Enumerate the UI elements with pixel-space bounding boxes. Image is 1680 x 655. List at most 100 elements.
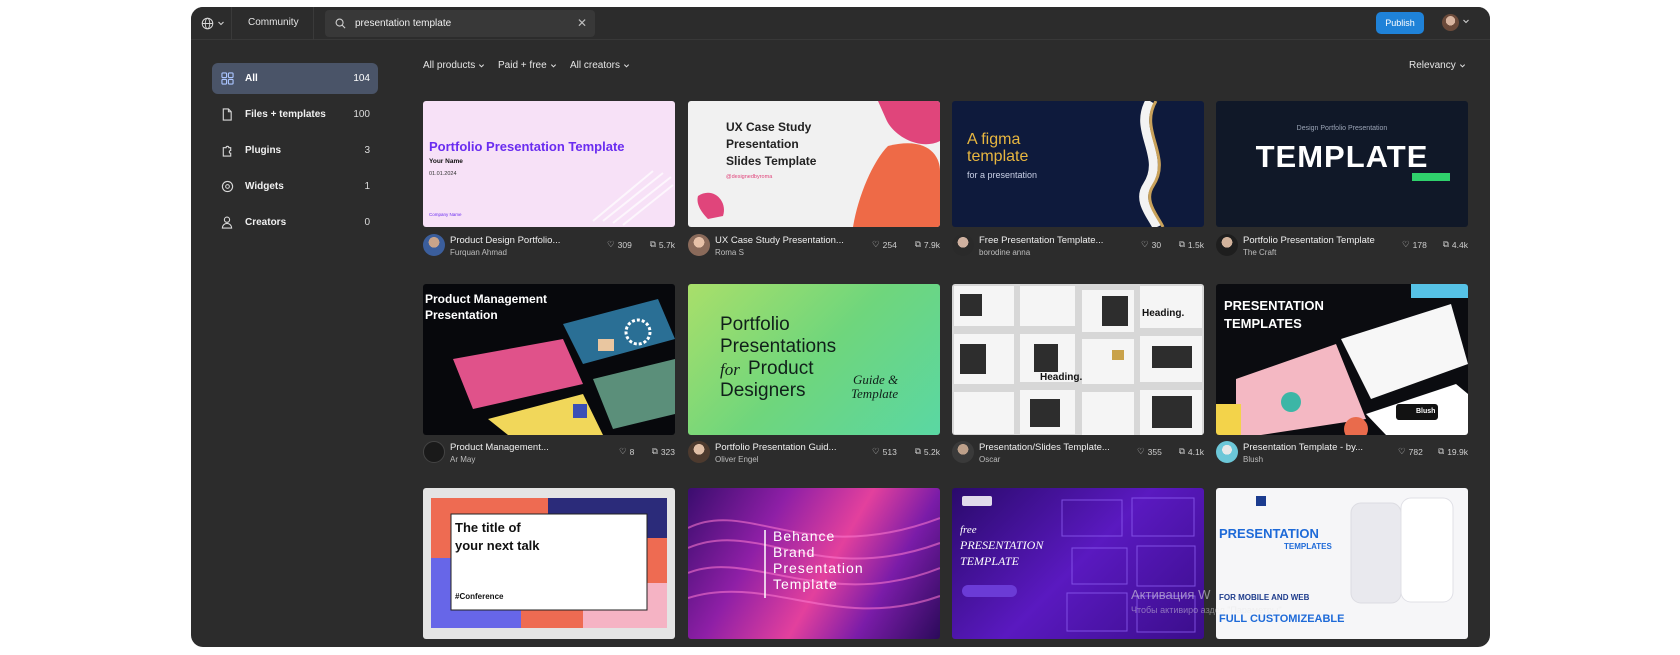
card-author[interactable]: Furquan Ahmad — [450, 248, 507, 257]
chevron-down-icon — [1459, 64, 1465, 68]
card-thumbnail[interactable]: Portfolio Presentations for Product Desi… — [688, 284, 940, 435]
top-bar: Community presentation template ✕ Publis… — [191, 7, 1490, 40]
clear-search-icon[interactable]: ✕ — [577, 16, 587, 30]
thumb-title: Product Management — [425, 292, 548, 306]
card-thumbnail[interactable]: PRESENTATION TEMPLATES Blush — [1216, 284, 1468, 435]
author-avatar[interactable] — [688, 441, 710, 463]
sidebar-item-count: 104 — [353, 73, 370, 84]
heart-icon: ♡ — [1402, 239, 1410, 249]
like-value: 254 — [882, 239, 897, 250]
like-value: 8 — [629, 446, 635, 457]
sidebar-item-plugins[interactable]: Plugins 3 — [212, 135, 378, 166]
card-author[interactable]: Oliver Engel — [715, 455, 759, 464]
like-count[interactable]: ♡ 513 — [872, 446, 897, 457]
card-thumbnail[interactable]: Behance Brand Presentation Template — [688, 488, 940, 639]
card-title[interactable]: UX Case Study Presentation... — [715, 235, 844, 246]
sidebar-item-label: Plugins — [245, 145, 282, 156]
thumb-text: Company Name — [429, 212, 462, 217]
filter-pricing-dropdown[interactable]: Paid + free — [498, 60, 557, 71]
card-thumbnail[interactable]: Portfolio Presentation Template Your Nam… — [423, 101, 675, 227]
heart-icon: ♡ — [607, 239, 615, 249]
card-title[interactable]: Portfolio Presentation Template — [1243, 235, 1375, 246]
card-thumbnail[interactable]: The title of your next talk #Conference — [423, 488, 675, 639]
heart-icon: ♡ — [619, 446, 627, 456]
use-count: ⧉ 323 — [652, 446, 675, 457]
thumb-title: Portfolio Presentation Template — [429, 139, 625, 154]
sidebar-item-all[interactable]: All 104 — [212, 63, 378, 94]
use-value: 1.5k — [1187, 239, 1204, 250]
filter-label: All products — [423, 60, 476, 71]
thumb-text: Template — [851, 386, 899, 401]
like-count[interactable]: ♡ 782 — [1398, 446, 1423, 457]
card-author[interactable]: Oscar — [979, 455, 1000, 464]
card-thumbnail[interactable]: free PRESENTATION TEMPLATE — [952, 488, 1204, 639]
filter-label: All creators — [570, 60, 621, 71]
author-avatar[interactable] — [1216, 234, 1238, 256]
like-count[interactable]: ♡ 178 — [1402, 239, 1427, 250]
publish-button[interactable]: Publish — [1376, 12, 1424, 34]
thumb-title: Presentations — [720, 336, 837, 357]
search-input[interactable]: presentation template ✕ — [325, 10, 595, 37]
card-title[interactable]: Free Presentation Template... — [979, 235, 1103, 246]
like-count[interactable]: ♡ 309 — [607, 239, 632, 250]
thumb-text: Design Portfolio Presentation — [1296, 125, 1388, 132]
external-icon: ⧉ — [649, 239, 656, 249]
card-title[interactable]: Product Design Portfolio... — [450, 235, 560, 246]
sidebar-item-files-templates[interactable]: Files + templates 100 — [212, 99, 378, 130]
thumb-title: TEMPLATE — [960, 554, 1019, 568]
author-avatar[interactable] — [952, 234, 974, 256]
search-query-text[interactable]: presentation template — [355, 18, 451, 29]
like-count[interactable]: ♡ 8 — [619, 446, 634, 457]
card-title[interactable]: Product Management... — [450, 442, 549, 453]
chevron-down-icon[interactable] — [1462, 17, 1470, 25]
card-author[interactable]: Blush — [1243, 455, 1263, 464]
activation-watermark-subtext: Чтобы активиро аздел "Параметры". — [1131, 605, 1285, 615]
card-title[interactable]: Presentation Template - by... — [1243, 442, 1363, 453]
use-count: ⧉ 4.4k — [1443, 239, 1468, 250]
card-thumbnail[interactable]: A figma template for a presentation — [952, 101, 1204, 227]
card-meta: Product Management... Ar May ♡ 8 ⧉ 323 — [423, 441, 675, 467]
author-avatar[interactable] — [423, 441, 445, 463]
thumb-title: Template — [773, 576, 838, 592]
external-icon: ⧉ — [1442, 239, 1449, 249]
use-value: 323 — [660, 446, 675, 457]
user-avatar[interactable] — [1442, 14, 1459, 31]
like-count[interactable]: ♡ 254 — [872, 239, 897, 250]
thumb-title: Heading. — [1142, 308, 1185, 319]
sort-dropdown[interactable]: Relevancy — [1409, 60, 1466, 71]
sidebar-item-count: 0 — [364, 217, 370, 228]
sidebar-item-widgets[interactable]: Widgets 1 — [212, 171, 378, 202]
file-icon — [219, 107, 235, 123]
card-thumbnail[interactable]: Product Management Presentation — [423, 284, 675, 435]
card-author[interactable]: Roma S — [715, 248, 744, 257]
use-value: 5.2k — [923, 446, 940, 457]
thumb-text: FOR MOBILE AND WEB — [1219, 593, 1310, 602]
card-title[interactable]: Presentation/Slides Template... — [979, 442, 1110, 453]
card-thumbnail[interactable]: Design Portfolio Presentation TEMPLATE — [1216, 101, 1468, 227]
widget-icon — [219, 179, 235, 195]
author-avatar[interactable] — [688, 234, 710, 256]
divider — [231, 7, 232, 40]
author-avatar[interactable] — [423, 234, 445, 256]
sidebar-item-creators[interactable]: Creators 0 — [212, 207, 378, 238]
card-title[interactable]: Portfolio Presentation Guid... — [715, 442, 836, 453]
filter-label: Paid + free — [498, 60, 547, 71]
card-author[interactable]: Ar May — [450, 455, 475, 464]
like-count[interactable]: ♡ 30 — [1141, 239, 1161, 250]
thumb-title: TEMPLATE — [1255, 139, 1429, 174]
card-author[interactable]: borodine anna — [979, 248, 1030, 257]
filter-creators-dropdown[interactable]: All creators — [570, 60, 630, 71]
author-avatar[interactable] — [952, 441, 974, 463]
thumb-text: Blush — [1416, 408, 1436, 415]
like-count[interactable]: ♡ 355 — [1137, 446, 1162, 457]
card-thumbnail[interactable]: PRESENTATION TEMPLATES FOR MOBILE AND WE… — [1216, 488, 1468, 639]
filter-products-dropdown[interactable]: All products — [423, 60, 485, 71]
card-meta: Free Presentation Template... borodine a… — [952, 234, 1204, 260]
card-thumbnail[interactable]: Heading. Heading. — [952, 284, 1204, 435]
community-link[interactable]: Community — [248, 17, 299, 28]
card-thumbnail[interactable]: UX Case Study Presentation Slides Templa… — [688, 101, 940, 227]
card-author[interactable]: The Craft — [1243, 248, 1276, 257]
author-avatar[interactable] — [1216, 441, 1238, 463]
external-icon: ⧉ — [1438, 446, 1445, 456]
thumb-title: PRESENTATION — [1219, 526, 1319, 541]
